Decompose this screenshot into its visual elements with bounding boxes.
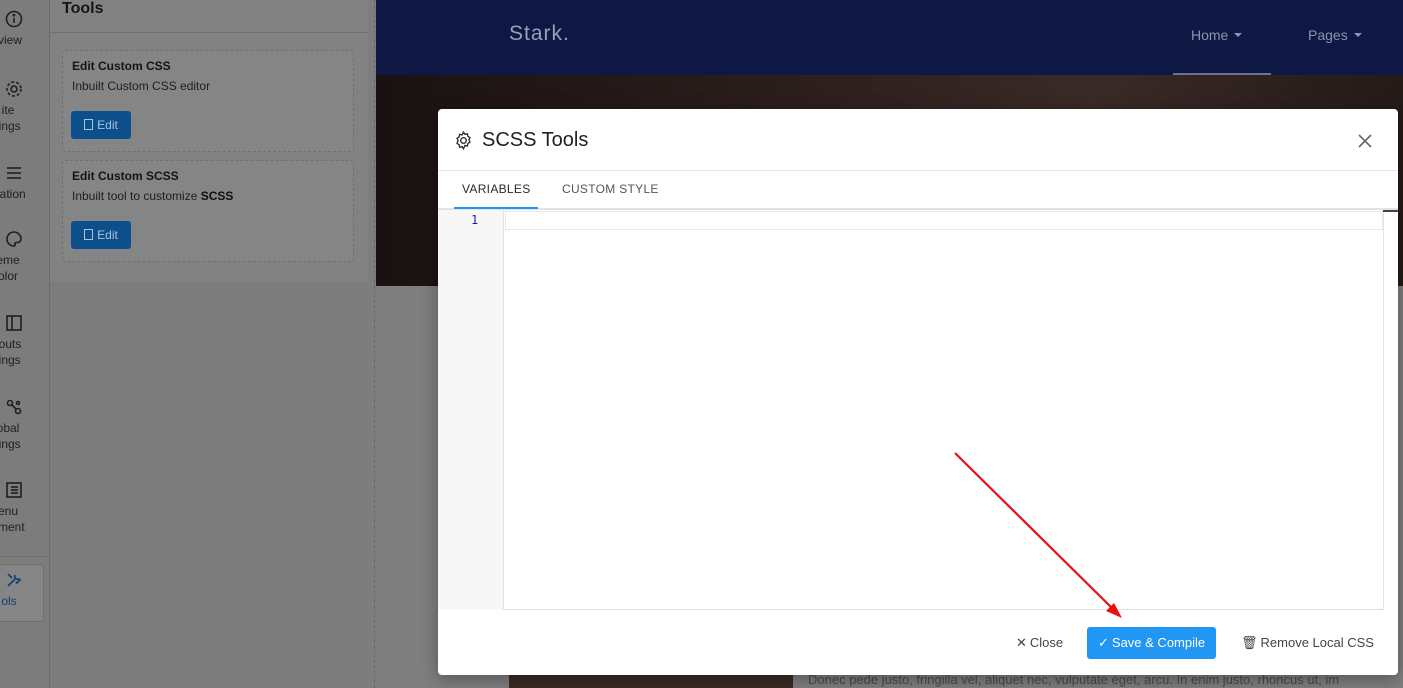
editor-gutter: 1 [438, 210, 504, 610]
tool-card-custom-css: Edit Custom CSS Inbuilt Custom CSS edito… [62, 50, 354, 152]
palette-icon [0, 230, 49, 250]
admin-icon-rail: rview ite tings igation eme olor routs t… [0, 0, 50, 688]
save-compile-button[interactable]: ✓ Save & Compile [1087, 627, 1217, 659]
rail-item-theme-color[interactable]: eme olor [0, 230, 49, 284]
panel-resize-handle[interactable] [374, 0, 375, 688]
check-icon: ✓ [1098, 635, 1109, 650]
modal-header: SCSS Tools [438, 109, 1398, 171]
list-icon [0, 481, 49, 501]
editor-scrollbar-thumb[interactable] [1383, 210, 1398, 212]
tools-icon [0, 571, 43, 591]
modal-title: SCSS Tools [482, 129, 589, 151]
trash-icon: 🗑 [1241, 635, 1258, 650]
rail-item-site-settings[interactable]: ite tings [0, 80, 49, 134]
info-icon [0, 10, 49, 30]
tab-variables[interactable]: VARIABLES [462, 182, 531, 196]
site-content-image [509, 675, 793, 688]
close-button[interactable]: ✕ Close [1016, 627, 1063, 659]
rail-item-global-settings[interactable]: obal tings [0, 398, 49, 452]
caret-down-icon [1234, 33, 1243, 37]
rail-divider [0, 556, 49, 557]
line-number: 1 [471, 213, 479, 227]
edit-css-button[interactable]: Edit [71, 111, 131, 139]
rail-item-menu-assignment[interactable]: enu nment [0, 481, 49, 535]
rail-item-tools[interactable]: ols [0, 564, 44, 622]
editor-current-line[interactable] [505, 211, 1383, 230]
nav-pages[interactable]: Pages [1308, 27, 1362, 43]
remove-local-css-button[interactable]: 🗑 Remove Local CSS [1241, 627, 1374, 659]
modal-tabs: VARIABLES CUSTOM STYLE [438, 171, 1398, 210]
menu-icon [0, 164, 49, 184]
panel-title: Tools [62, 0, 104, 17]
edit-scss-button[interactable]: Edit [71, 221, 131, 249]
tools-panel: Tools Edit Custom CSS Inbuilt Custom CSS… [50, 0, 368, 282]
caret-down-icon [1353, 33, 1362, 37]
rail-item-layouts-settings[interactable]: routs tings [0, 314, 49, 368]
rail-item-navigation[interactable]: igation [0, 164, 49, 202]
tool-card-title: Edit Custom CSS [72, 59, 171, 73]
tool-card-desc: Inbuilt Custom CSS editor [72, 79, 211, 93]
settings-icon [0, 398, 49, 418]
site-logo[interactable]: Stark. [509, 22, 570, 46]
panel-empty-area [50, 282, 368, 688]
tool-card-custom-scss: Edit Custom SCSS Inbuilt tool to customi… [62, 160, 354, 262]
active-tab-indicator [454, 207, 538, 209]
tool-card-desc: Inbuilt tool to customize SCSS [72, 189, 234, 203]
panel-divider [50, 32, 368, 33]
scss-tools-modal: SCSS Tools VARIABLES CUSTOM STYLE 1 ✕ Clo… [438, 109, 1398, 675]
close-icon: ✕ [1016, 635, 1027, 650]
file-edit-icon [84, 229, 94, 240]
gear-icon [456, 130, 471, 151]
editor-scrollbar[interactable] [1383, 210, 1398, 610]
file-edit-icon [84, 119, 94, 130]
rail-item-overview[interactable]: rview [0, 10, 49, 48]
code-editor[interactable]: 1 [438, 210, 1398, 610]
tool-card-title: Edit Custom SCSS [72, 169, 179, 183]
tab-custom-style[interactable]: CUSTOM STYLE [562, 182, 659, 196]
close-icon[interactable] [1355, 131, 1375, 151]
site-header: Stark. Home Pages [376, 0, 1403, 75]
layout-icon [0, 314, 49, 334]
modal-footer: ✕ Close ✓ Save & Compile 🗑 Remove Local CSS [438, 610, 1398, 675]
gear-icon [0, 80, 49, 100]
nav-home[interactable]: Home [1191, 27, 1243, 43]
